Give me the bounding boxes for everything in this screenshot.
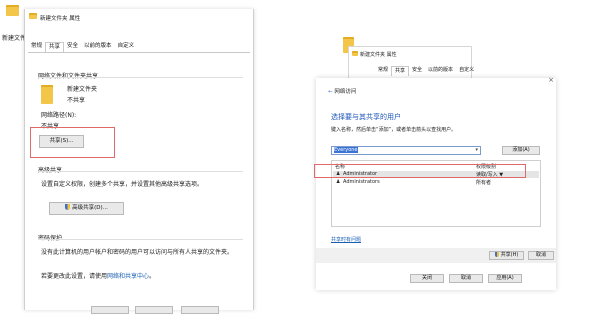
dialog-caption: ← 网络访问 [328,89,357,95]
right-tab-sharing[interactable]: 共享 [391,66,410,76]
share-submit-button[interactable]: 共享(H) [489,251,524,260]
tab-bar: 常规 共享 安全 以前的版本 自定义 [28,42,137,52]
properties-window: 新建文件夹 属性 常规 共享 安全 以前的版本 自定义 网络文件和文件夹共享 新… [24,9,254,314]
table-row[interactable]: ♟ Administrators 所有者 [333,179,539,186]
dialog-heading: 选择要与其共享的用户 [331,113,401,121]
close-icon[interactable]: × [548,76,554,84]
window-title: 新建文件夹 属性 [40,16,81,22]
password-protection-text: 没有此计算机的用户帐户和密码的用户可以访问与所有人共享的文件夹。 [41,249,234,256]
close-button[interactable]: 关闭 [410,274,444,283]
user-input[interactable]: Everyone ▾ [331,146,481,155]
tab-sharing[interactable]: 共享 [45,42,65,52]
right-tab-general[interactable]: 常规 [375,66,391,75]
dialog-instruction: 键入名称，然后单击“添加”，或者单击箭头以查找用户。 [331,127,457,133]
advanced-share-label: 高级共享(D)... [72,205,108,211]
advanced-share-description: 设置自定义权限，创建多个共享，并设置其他高级共享选项。 [41,181,204,188]
right-tab-previous-versions[interactable]: 以前的版本 [425,66,456,75]
right-tab-customize[interactable]: 自定义 [456,66,477,75]
tab-security[interactable]: 安全 [64,42,81,51]
dialog-footer: 共享(H) 取消 [316,248,556,263]
bottom-cancel-button[interactable]: 取消 [449,274,483,283]
right-tab-security[interactable]: 安全 [409,66,425,75]
row-highlight-box [314,164,526,178]
right-title-folder-icon [352,51,358,56]
password-protection-hint: 若要更改此设置，请使用网络和共享中心。 [41,271,155,280]
network-sharing-center-link[interactable]: 网络和共享中心 [107,273,149,280]
folder-name: 新建文件夹 [67,86,98,93]
share-help-link[interactable]: 共享时有问题 [331,236,361,243]
advanced-share-button[interactable]: 高级共享(D)... [49,202,124,215]
cancel-button-partial[interactable] [135,306,173,314]
dialog-caption-text: 网络访问 [334,89,357,95]
share-button[interactable]: 共享(S)... [39,135,84,148]
network-path-label: 网络路径(N): [41,112,77,119]
dialog-cancel-button[interactable]: 取消 [528,251,554,260]
title-folder-icon [29,13,37,19]
uac-shield-icon [494,252,499,257]
dropdown-arrow-icon[interactable]: ▾ [475,147,478,154]
right-tab-bar: 常规 共享 安全 以前的版本 自定义 [375,66,477,76]
uac-shield-icon [65,204,71,210]
share-submit-label: 共享(H) [500,252,519,258]
hint-suffix: 。 [149,273,156,280]
add-button[interactable]: 添加(A) [502,146,540,155]
ok-button-partial[interactable] [91,306,129,314]
permission-value: 所有者 [476,180,492,186]
password-protection-title: 密码保护 [38,233,62,242]
shared-folder-icon [41,85,53,104]
right-window-title: 新建文件夹 属性 [360,52,397,58]
advanced-share-title: 高级共享 [38,165,62,174]
network-share-title: 网络文件和文件夹共享 [38,71,98,80]
tab-customize[interactable]: 自定义 [115,42,138,51]
apply-button[interactable]: 应用(A) [488,274,522,283]
network-access-dialog: × ← 网络访问 选择要与其共享的用户 键入名称，然后单击“添加”，或者单击箭头… [314,76,556,290]
user-name: Administrators [343,179,380,185]
apply-button-partial[interactable] [181,306,219,314]
desktop-folder-label: 新建文件 [2,35,27,42]
user-input-value: Everyone [334,147,358,153]
tab-previous-versions[interactable]: 以前的版本 [81,42,115,51]
tab-general[interactable]: 常规 [28,42,45,51]
group-icon: ♟ [336,179,341,185]
hint-prefix: 若要更改此设置，请使用 [41,273,108,280]
folder-icon[interactable] [6,5,19,16]
folder-share-status: 不共享 [67,97,86,104]
